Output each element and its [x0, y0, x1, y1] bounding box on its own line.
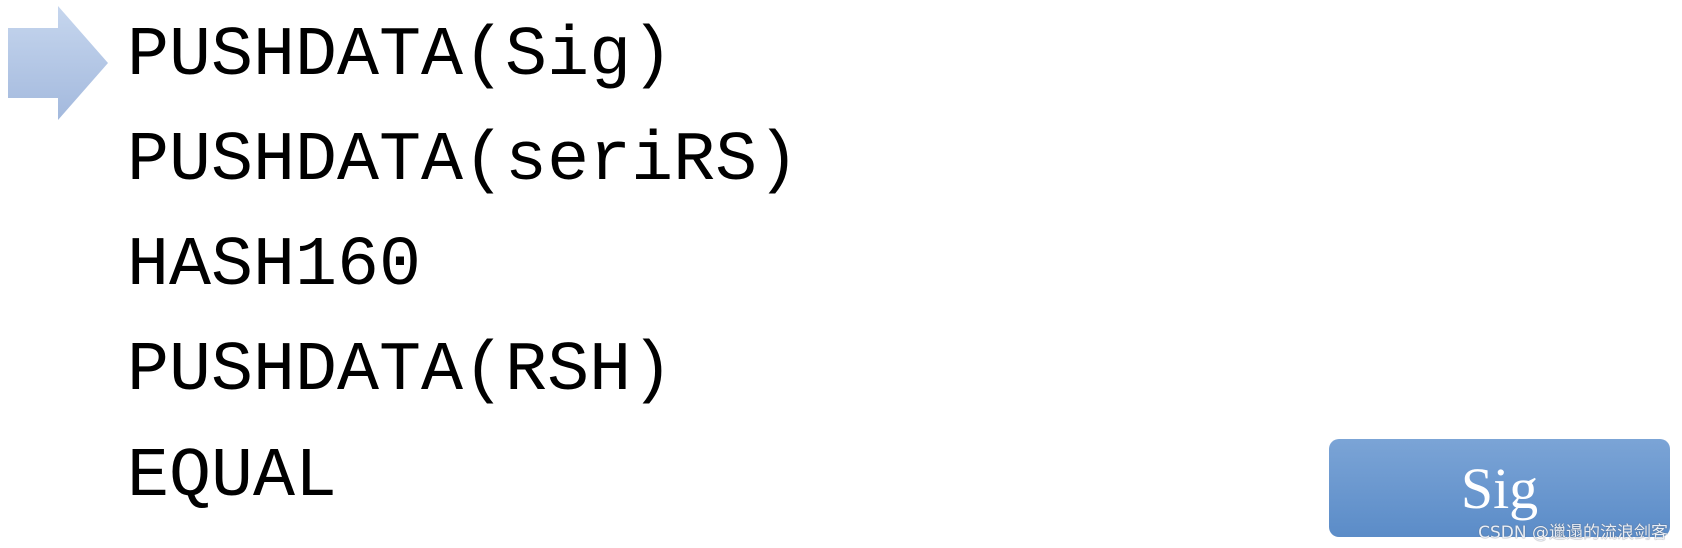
script-line-2: PUSHDATA(seriRS) — [127, 122, 800, 201]
watermark: CSDN @邋遢的流浪剑客 — [1478, 523, 1668, 543]
script-line-5: EQUAL — [127, 438, 338, 517]
stack-item-label: Sig — [1460, 455, 1539, 521]
current-instruction-arrow-icon — [8, 6, 108, 120]
script-line-4: PUSHDATA(RSH) — [127, 332, 674, 411]
script-line-3: HASH160 — [127, 227, 422, 306]
script-line-1: PUSHDATA(Sig) — [127, 17, 674, 96]
